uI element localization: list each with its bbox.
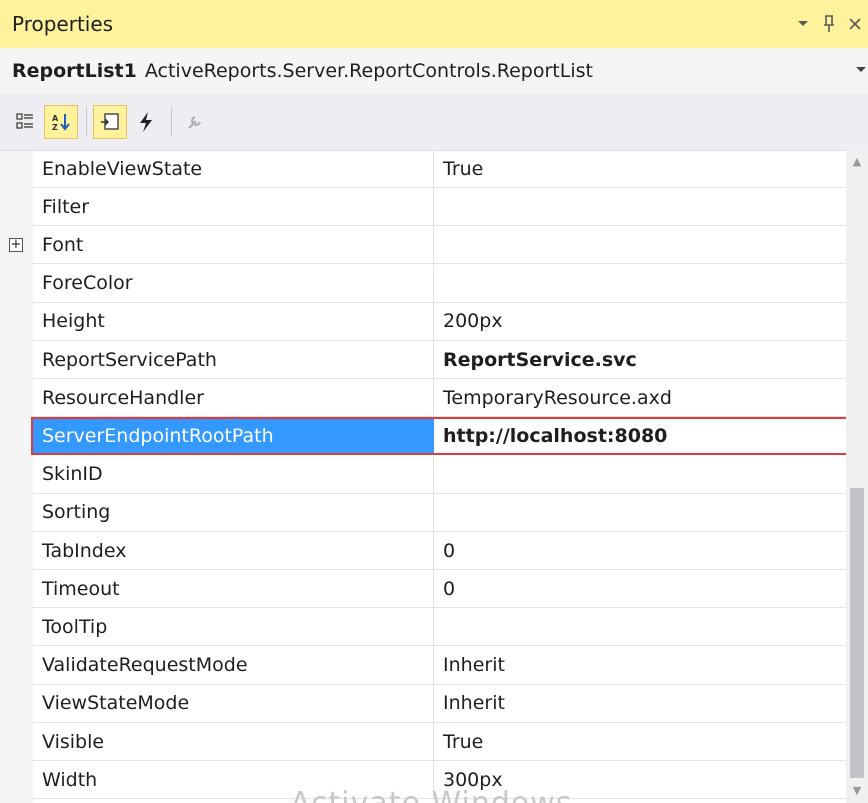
vertical-scrollbar[interactable]: ▲ ▼: [846, 150, 868, 803]
scroll-up-icon[interactable]: ▲: [846, 152, 868, 172]
property-row[interactable]: Sorting: [33, 493, 846, 532]
property-value[interactable]: TemporaryResource.axd: [434, 379, 846, 416]
property-value[interactable]: [434, 265, 846, 302]
categorized-icon[interactable]: [8, 105, 42, 139]
svg-text:Z: Z: [52, 123, 58, 132]
property-row[interactable]: ResourceHandler TemporaryResource.axd: [33, 379, 846, 418]
property-name[interactable]: ServerEndpointRootPath: [33, 419, 434, 454]
property-name[interactable]: ViewStateMode: [33, 684, 434, 722]
property-row[interactable]: SkinID: [33, 455, 846, 494]
property-value[interactable]: Inherit: [434, 647, 846, 684]
property-row[interactable]: ValidateRequestMode Inherit: [33, 646, 846, 685]
property-name[interactable]: Height: [33, 302, 434, 340]
property-row[interactable]: ToolTip: [33, 608, 846, 647]
properties-icon[interactable]: [93, 105, 127, 139]
activate-windows-watermark: Activate Windows: [290, 786, 572, 803]
svg-text:A: A: [52, 114, 59, 123]
properties-toolbar: A Z: [0, 94, 868, 150]
property-value[interactable]: ReportService.svc: [434, 341, 846, 378]
property-row[interactable]: Filter: [33, 188, 846, 227]
property-row[interactable]: EnableViewState True: [33, 151, 846, 188]
properties-title-bar: Properties: [0, 0, 868, 48]
property-value[interactable]: 0: [434, 570, 846, 607]
property-name[interactable]: ResourceHandler: [33, 379, 434, 417]
property-name[interactable]: Font: [33, 226, 434, 264]
property-name[interactable]: ForeColor: [33, 264, 434, 302]
dropdown-arrow-icon[interactable]: [790, 11, 816, 37]
object-name: ReportList1: [12, 60, 137, 82]
property-value[interactable]: 0: [434, 532, 846, 569]
property-row[interactable]: Timeout 0: [33, 570, 846, 609]
property-value[interactable]: Inherit: [434, 685, 846, 722]
property-row[interactable]: Height 200px: [33, 302, 846, 341]
property-name[interactable]: ValidateRequestMode: [33, 646, 434, 684]
property-row[interactable]: Font: [33, 226, 846, 265]
scrollbar-thumb[interactable]: [850, 488, 864, 778]
property-value[interactable]: [434, 456, 846, 493]
property-row[interactable]: ReportServicePath ReportService.svc: [33, 341, 846, 379]
property-name[interactable]: Filter: [33, 188, 434, 226]
chevron-down-icon[interactable]: [856, 62, 866, 77]
property-name[interactable]: SkinID: [33, 455, 434, 493]
expand-plus-icon[interactable]: +: [9, 238, 23, 253]
property-row[interactable]: ViewStateMode Inherit: [33, 684, 846, 723]
property-name[interactable]: Sorting: [33, 493, 434, 531]
property-row[interactable]: Visible True: [33, 723, 846, 761]
property-value[interactable]: http://localhost:8080: [434, 419, 846, 453]
property-value[interactable]: [434, 226, 846, 263]
property-row[interactable]: ServerEndpointRootPath http://localhost:8…: [31, 417, 846, 456]
object-selector[interactable]: ReportList1 ActiveReports.Server.ReportC…: [0, 48, 868, 94]
property-row[interactable]: ForeColor: [33, 264, 846, 303]
events-icon[interactable]: [129, 105, 163, 139]
property-value[interactable]: True: [434, 151, 846, 187]
alphabetical-icon[interactable]: A Z: [44, 105, 78, 139]
toolbar-separator: [171, 107, 172, 137]
property-row[interactable]: TabIndex 0: [33, 532, 846, 570]
property-name[interactable]: ToolTip: [33, 608, 434, 646]
property-value[interactable]: True: [434, 723, 846, 760]
property-name[interactable]: TabIndex: [33, 532, 434, 569]
panel-title: Properties: [12, 12, 114, 36]
property-value[interactable]: [434, 188, 846, 225]
scroll-down-icon[interactable]: ▼: [846, 781, 868, 801]
object-type: ActiveReports.Server.ReportControls.Repo…: [144, 60, 593, 82]
property-name[interactable]: EnableViewState: [33, 151, 434, 187]
property-name[interactable]: ReportServicePath: [33, 341, 434, 378]
property-name[interactable]: Timeout: [33, 570, 434, 608]
property-value[interactable]: [434, 494, 846, 531]
property-name[interactable]: Visible: [33, 723, 434, 760]
property-value[interactable]: [434, 608, 846, 645]
close-icon[interactable]: [842, 11, 868, 37]
pin-icon[interactable]: [816, 11, 842, 37]
property-grid: EnableViewState True Filter Font + ForeColor H…: [0, 150, 846, 803]
toolbar-separator: [86, 107, 87, 137]
property-value[interactable]: 200px: [434, 303, 846, 340]
property-pages-icon[interactable]: [178, 105, 212, 139]
